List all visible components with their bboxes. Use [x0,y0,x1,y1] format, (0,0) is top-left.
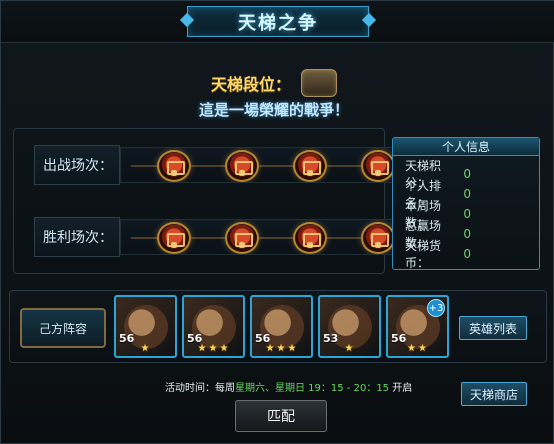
battles-reward-chest-icon[interactable] [225,150,259,182]
page-title: 天梯之争 [238,12,318,34]
battles-label: 出战场次： [34,145,120,185]
personal-info-panel: 个人信息 天梯积分： 0 个人排名： 0 本周场数： 0 总赢场数： 0 天梯货… [392,137,540,270]
slogan-text: 這是一場榮耀的戰爭！ [199,101,350,119]
wins-reward-chest-icon[interactable] [361,222,395,254]
star-icon: ★ [407,343,416,354]
title-plaque: 天梯之争 [187,6,369,37]
hero-stars: ★ ★ ★ [252,344,311,354]
ladder-currency-label: 天梯货币： [405,239,442,270]
hero-card[interactable]: 56 ★ ★ ★ [182,295,245,358]
ladder-currency-row: 天梯货币： 0 [405,239,529,270]
wins-row: 胜利场次： [34,215,410,259]
hero-stars: ★ ★ ★ [184,344,243,354]
window-header: 天梯之争 [1,1,554,43]
schedule-day2: 星期日 [275,383,305,394]
schedule-prefix: 活动时间：每周 [165,383,235,394]
progress-panel: 出战场次： 胜利场次： [13,128,410,274]
battles-reward-chest-icon[interactable] [157,150,191,182]
rank-emblem-icon [301,69,338,97]
star-icon: ★ [418,343,427,354]
hero-card[interactable]: 56 ★ ★ ★ [250,295,313,358]
team-lineup-button[interactable]: 己方阵容 [20,308,106,348]
battles-reward-chest-icon[interactable] [361,150,395,182]
hero-stars: ★ ★ [388,344,447,354]
hero-list-button[interactable]: 英雄列表 [459,316,527,340]
ladder-rank-label: 天梯段位： [211,75,292,94]
activity-schedule: 活动时间：每周星期六、星期日 19：15 - 20：15 开启 [165,379,412,394]
hero-stars: ★ [116,344,175,354]
total-wins-value: 0 [463,227,471,241]
battles-track [120,147,410,183]
star-icon: ★ [208,343,218,354]
personal-rank-value: 0 [463,187,471,201]
ladder-currency-value: 0 [463,247,471,261]
battles-reward-chest-icon[interactable] [293,150,327,182]
schedule-day1: 星期六 [235,383,265,394]
star-icon: ★ [219,343,229,354]
wins-track [120,219,410,255]
wins-reward-chest-icon[interactable] [157,222,191,254]
schedule-suffix: 开启 [392,383,413,394]
star-icon: ★ [276,343,286,354]
hero-stars: ★ [320,344,379,354]
weekly-matches-value: 0 [463,207,471,221]
hero-card[interactable]: +3 56 ★ ★ [386,295,449,358]
ladder-window: 天梯之争 天梯段位： 這是一場榮耀的戰爭！ 出战场次： 胜利场次： 个人信息 天… [0,0,554,444]
hero-rank-badge: +3 [427,299,445,317]
hero-card[interactable]: 56 ★ [114,295,177,358]
ladder-rank-row: 天梯段位： [211,69,338,97]
schedule-separator: 、 [265,383,275,394]
personal-info-title: 个人信息 [393,138,539,156]
hero-card[interactable]: 53 ★ [318,295,381,358]
star-icon: ★ [197,343,207,354]
star-icon: ★ [140,343,150,354]
schedule-time: 19：15 - 20：15 [305,383,393,394]
wins-reward-chest-icon[interactable] [225,222,259,254]
star-icon: ★ [287,343,297,354]
star-icon: ★ [265,343,275,354]
star-icon: ★ [344,343,354,354]
ladder-shop-button[interactable]: 天梯商店 [461,382,527,406]
wins-label: 胜利场次： [34,217,120,257]
ladder-points-value: 0 [463,167,471,181]
wins-reward-chest-icon[interactable] [293,222,327,254]
match-button[interactable]: 匹配 [235,400,327,432]
battles-row: 出战场次： [34,143,410,187]
